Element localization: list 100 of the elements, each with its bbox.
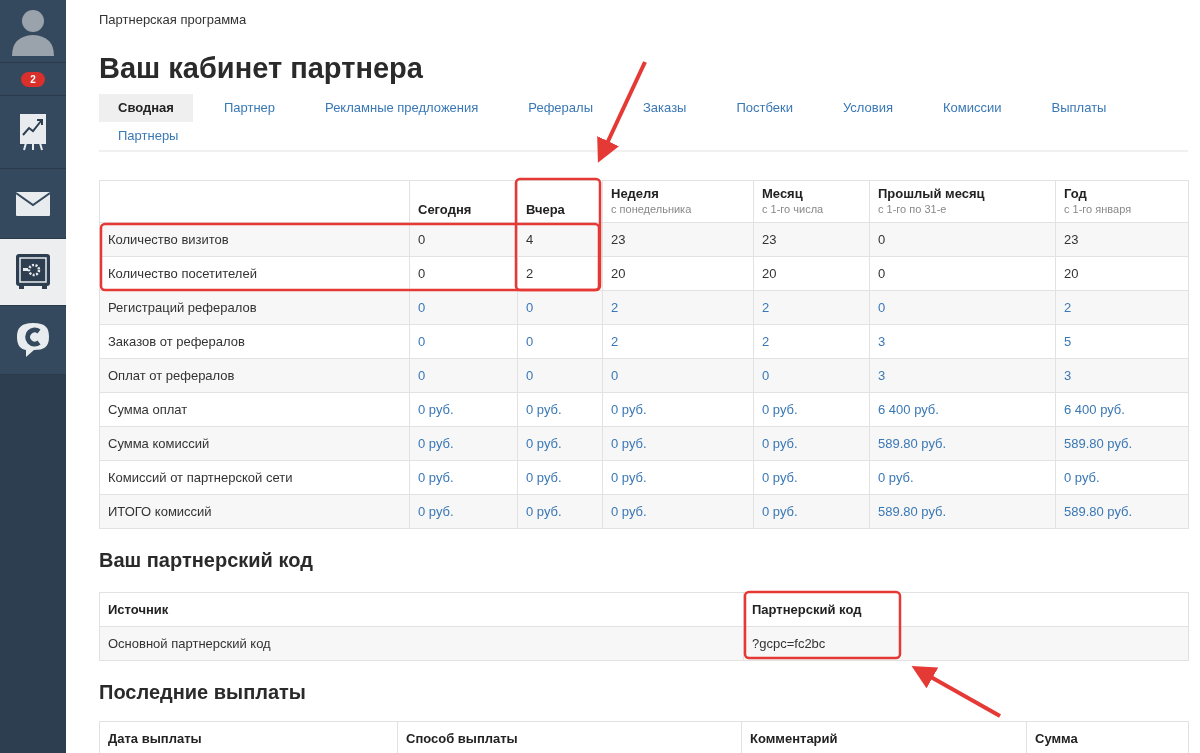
table-cell[interactable]: 0: [517, 358, 603, 393]
column-subtitle: с 1-го января: [1064, 202, 1133, 217]
tab[interactable]: Выплаты: [1032, 94, 1126, 122]
section-heading: Последние выплаты: [99, 680, 307, 704]
table-cell[interactable]: 0 руб.: [517, 460, 603, 495]
tab[interactable]: Комиссии: [924, 94, 1021, 122]
mail-icon: [16, 191, 50, 216]
table-cell[interactable]: 0 руб.: [409, 460, 518, 495]
table-cell: 20: [1055, 256, 1189, 291]
table-cell[interactable]: 589.80 руб.: [869, 494, 1056, 529]
page-title: Ваш кабинет партнера: [99, 51, 424, 85]
column-subtitle: с 1-го по 31-е: [878, 202, 948, 217]
table-cell: 20: [602, 256, 754, 291]
table-cell[interactable]: 0 руб.: [602, 426, 754, 461]
table-header-cell: Комментарий: [741, 721, 1027, 753]
table-cell[interactable]: 589.80 руб.: [869, 426, 1056, 461]
table-cell[interactable]: 0 руб.: [517, 426, 603, 461]
table-cell[interactable]: 0 руб.: [1055, 460, 1189, 495]
table-header-cell: Источник: [99, 592, 744, 627]
table-cell: 23: [753, 222, 870, 257]
table-cell[interactable]: 2: [753, 290, 870, 325]
tab[interactable]: Рекламные предложения: [306, 94, 498, 122]
table-header-cell: Сегодня: [409, 180, 518, 223]
table-cell: 20: [753, 256, 870, 291]
table-header-cell: Сумма: [1026, 721, 1189, 753]
table-cell[interactable]: 0 руб.: [753, 460, 870, 495]
table-cell[interactable]: 0 руб.: [517, 392, 603, 427]
table-cell[interactable]: 0 руб.: [753, 392, 870, 427]
table-cell[interactable]: 2: [1055, 290, 1189, 325]
breadcrumb[interactable]: Партнерская программа: [99, 12, 247, 28]
table-cell[interactable]: 2: [602, 324, 754, 359]
table-cell[interactable]: 0 руб.: [753, 494, 870, 529]
table-cell: Количество посетителей: [99, 256, 410, 291]
table-header-cell: Неделя с понедельника: [602, 180, 754, 223]
table-cell[interactable]: 589.80 руб.: [1055, 494, 1189, 529]
table-cell[interactable]: 0: [409, 324, 518, 359]
table-cell[interactable]: 0: [753, 358, 870, 393]
column-subtitle: с понедельника: [611, 202, 693, 217]
tab[interactable]: Рефералы: [509, 94, 612, 122]
sidebar-item[interactable]: [0, 96, 66, 169]
table-cell: ?gcpc=fc2bc: [743, 626, 1189, 661]
table-cell[interactable]: 0: [517, 290, 603, 325]
table-header-cell: Способ выплаты: [397, 721, 742, 753]
table-cell[interactable]: 0 руб.: [602, 494, 754, 529]
table-header-cell: Вчера: [517, 180, 603, 223]
table-cell[interactable]: 2: [602, 290, 754, 325]
table-cell: Оплат от рефералов: [99, 358, 410, 393]
chat-logo-icon: [16, 322, 50, 358]
table-cell: 0: [869, 256, 1056, 291]
sidebar-item[interactable]: [0, 169, 66, 239]
table-cell: Сумма оплат: [99, 392, 410, 427]
table-cell: Заказов от рефералов: [99, 324, 410, 359]
sidebar-item[interactable]: 2: [0, 63, 66, 96]
sidebar-item[interactable]: [0, 239, 66, 306]
table-cell: 23: [602, 222, 754, 257]
table-cell[interactable]: 0 руб.: [869, 460, 1056, 495]
table-cell[interactable]: 0: [869, 290, 1056, 325]
table-cell[interactable]: 589.80 руб.: [1055, 426, 1189, 461]
table-header-cell: Прошлый месяц с 1-го по 31-е: [869, 180, 1056, 223]
table-cell: Регистраций рефералов: [99, 290, 410, 325]
table-cell[interactable]: 0 руб.: [517, 494, 603, 529]
table-cell: Основной партнерский код: [99, 626, 744, 661]
table-cell[interactable]: 6 400 руб.: [1055, 392, 1189, 427]
tab[interactable]: Постбеки: [717, 94, 812, 122]
table-cell[interactable]: 0 руб.: [602, 392, 754, 427]
tab[interactable]: Условия: [823, 94, 913, 122]
table-cell: 0: [869, 222, 1056, 257]
table-header-cell: Год с 1-го января: [1055, 180, 1189, 223]
table-cell: 23: [1055, 222, 1189, 257]
table-cell[interactable]: 0 руб.: [409, 426, 518, 461]
tab[interactable]: Партнер: [204, 94, 295, 122]
table-cell[interactable]: 3: [869, 324, 1056, 359]
table-cell[interactable]: 3: [869, 358, 1056, 393]
table-cell[interactable]: 0 руб.: [753, 426, 870, 461]
table-cell[interactable]: 0 руб.: [409, 494, 518, 529]
table-header-cell: Дата выплаты: [99, 721, 398, 753]
section-heading: Ваш партнерский код: [99, 548, 314, 572]
table-cell: Комиссий от партнерской сети: [99, 460, 410, 495]
table-cell[interactable]: 0: [517, 324, 603, 359]
table-cell: ИТОГО комиссий: [99, 494, 410, 529]
column-subtitle: с 1-го числа: [762, 202, 825, 217]
table-cell[interactable]: 5: [1055, 324, 1189, 359]
table-cell: Сумма комиссий: [99, 426, 410, 461]
table-header-cell: Месяц с 1-го числа: [753, 180, 870, 223]
tab[interactable]: Сводная: [99, 94, 193, 122]
table-cell[interactable]: 3: [1055, 358, 1189, 393]
safe-icon: [16, 254, 50, 290]
table-cell[interactable]: 0: [409, 290, 518, 325]
table-header-cell: Партнерский код: [743, 592, 1189, 627]
table-cell[interactable]: 0 руб.: [409, 392, 518, 427]
tab[interactable]: Партнеры: [99, 122, 198, 150]
table-cell[interactable]: 6 400 руб.: [869, 392, 1056, 427]
table-cell[interactable]: 0: [602, 358, 754, 393]
tab[interactable]: Заказы: [624, 94, 706, 122]
chart-board-icon: [19, 113, 47, 151]
table-cell[interactable]: 2: [753, 324, 870, 359]
table-cell[interactable]: 0 руб.: [602, 460, 754, 495]
sidebar-item[interactable]: [0, 306, 66, 375]
table-cell[interactable]: 0: [409, 358, 518, 393]
notification-badge: 2: [21, 71, 45, 87]
